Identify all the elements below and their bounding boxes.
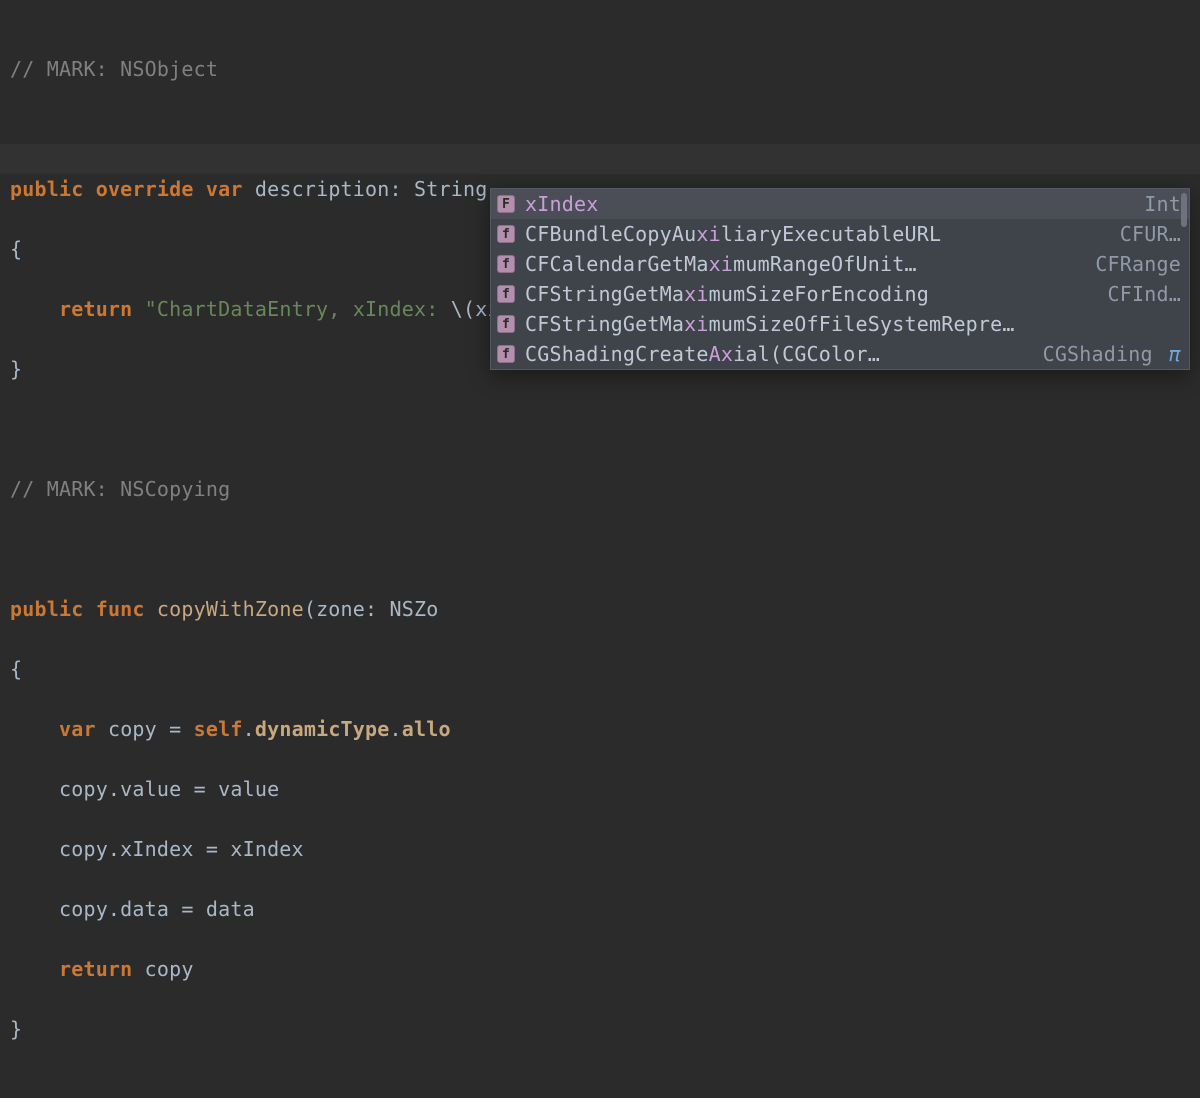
code-line: copy.xIndex = xIndex (10, 834, 1190, 864)
autocomplete-item[interactable]: FxIndex Int (491, 189, 1189, 219)
code-line: } (10, 1014, 1190, 1044)
popup-scrollbar-thumb[interactable] (1181, 193, 1187, 227)
function-icon: f (497, 285, 515, 303)
autocomplete-item-name: CFStringGetMaximumSizeOfFileSystemRepre… (525, 312, 1181, 336)
function-icon: f (497, 345, 515, 363)
autocomplete-item-name: CFBundleCopyAuxiliaryExecutableURL (525, 222, 1096, 246)
code-line (10, 414, 1190, 444)
popup-scrollbar[interactable] (1181, 193, 1187, 365)
autocomplete-item-type: Int (1130, 192, 1181, 216)
autocomplete-item-type: CFRange (1081, 252, 1181, 276)
autocomplete-item[interactable]: f CFCalendarGetMaximumRangeOfUnit… CFRange (491, 249, 1189, 279)
autocomplete-item[interactable]: f CFStringGetMaximumSizeOfFileSystemRepre… (491, 309, 1189, 339)
autocomplete-item[interactable]: f CFStringGetMaximumSizeForEncoding CFInd… (491, 279, 1189, 309)
autocomplete-item-name: CFStringGetMaximumSizeForEncoding (525, 282, 1084, 306)
code-line (10, 534, 1190, 564)
code-line: // MARK: NSCopying (10, 474, 1190, 504)
function-icon: f (497, 255, 515, 273)
autocomplete-item-type: CFInd… (1094, 282, 1181, 306)
function-icon: f (497, 315, 515, 333)
code-line: var copy = self.dynamicType.allo (10, 714, 1190, 744)
autocomplete-item[interactable]: f CFBundleCopyAuxiliaryExecutableURL CFUR… (491, 219, 1189, 249)
comment: // MARK: NSCopying (10, 477, 230, 501)
code-line (10, 114, 1190, 144)
comment: // MARK: NSObject (10, 57, 218, 81)
autocomplete-item-type: CFUR… (1106, 222, 1181, 246)
code-line: copy.value = value (10, 774, 1190, 804)
autocomplete-item-name: CGShadingCreateAxial(CGColor… (525, 342, 1019, 366)
pi-icon: π (1163, 342, 1181, 366)
code-line: public func copyWithZone(zone: NSZo (10, 594, 1190, 624)
function-icon: f (497, 225, 515, 243)
field-icon: F (497, 195, 515, 213)
autocomplete-item[interactable]: f CGShadingCreateAxial(CGColor… CGShading π (491, 339, 1189, 369)
autocomplete-item-type: CGShading (1029, 342, 1153, 366)
code-line: copy.data = data (10, 894, 1190, 924)
code-line: // MARK: NSObject (10, 54, 1190, 84)
autocomplete-popup[interactable]: FxIndex Int f CFBundleCopyAuxiliaryExecutab… (490, 188, 1190, 370)
code-line: return copy (10, 954, 1190, 984)
autocomplete-item-name: xIndex (525, 192, 1120, 216)
autocomplete-item-name: CFCalendarGetMaximumRangeOfUnit… (525, 252, 1071, 276)
code-line: { (10, 654, 1190, 684)
